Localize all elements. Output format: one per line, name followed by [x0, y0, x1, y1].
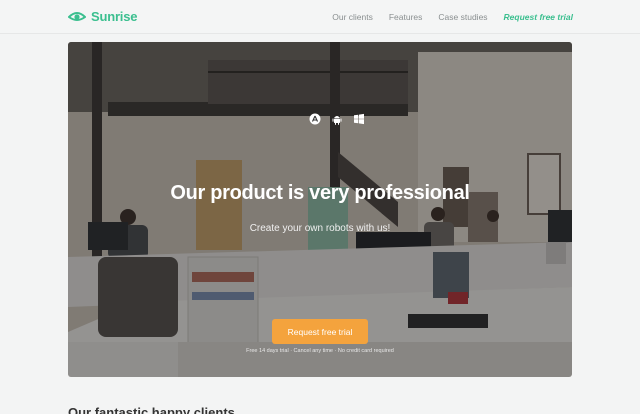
hero-section: Our product is very professional Create …	[68, 42, 572, 377]
brand-logo[interactable]: Sunrise	[68, 8, 137, 24]
android-icon	[332, 116, 342, 125]
nav-link-case-studies[interactable]: Case studies	[438, 12, 487, 22]
clients-section-heading: Our fantastic happy clients	[68, 405, 235, 414]
windows-icon	[354, 113, 364, 125]
nav-link-features[interactable]: Features	[389, 12, 423, 22]
top-navbar: Sunrise Our clients Features Case studie…	[0, 0, 640, 34]
hero-subtitle: Create your own robots with us!	[249, 223, 391, 234]
platform-icons	[68, 113, 572, 125]
request-free-trial-button[interactable]: Request free trial	[272, 319, 368, 344]
hero-title: Our product is very professional	[170, 182, 470, 204]
sunrise-logo-icon	[68, 12, 86, 21]
nav-link-our-clients[interactable]: Our clients	[332, 12, 373, 22]
main-navigation: Our clients Features Case studies Reques…	[316, 12, 573, 22]
nav-request-trial-link[interactable]: Request free trial	[504, 12, 573, 22]
brand-name: Sunrise	[91, 8, 138, 24]
apple-icon	[309, 113, 321, 125]
trial-terms-note: Free 14 days trial · Cancel any time · N…	[246, 348, 394, 354]
